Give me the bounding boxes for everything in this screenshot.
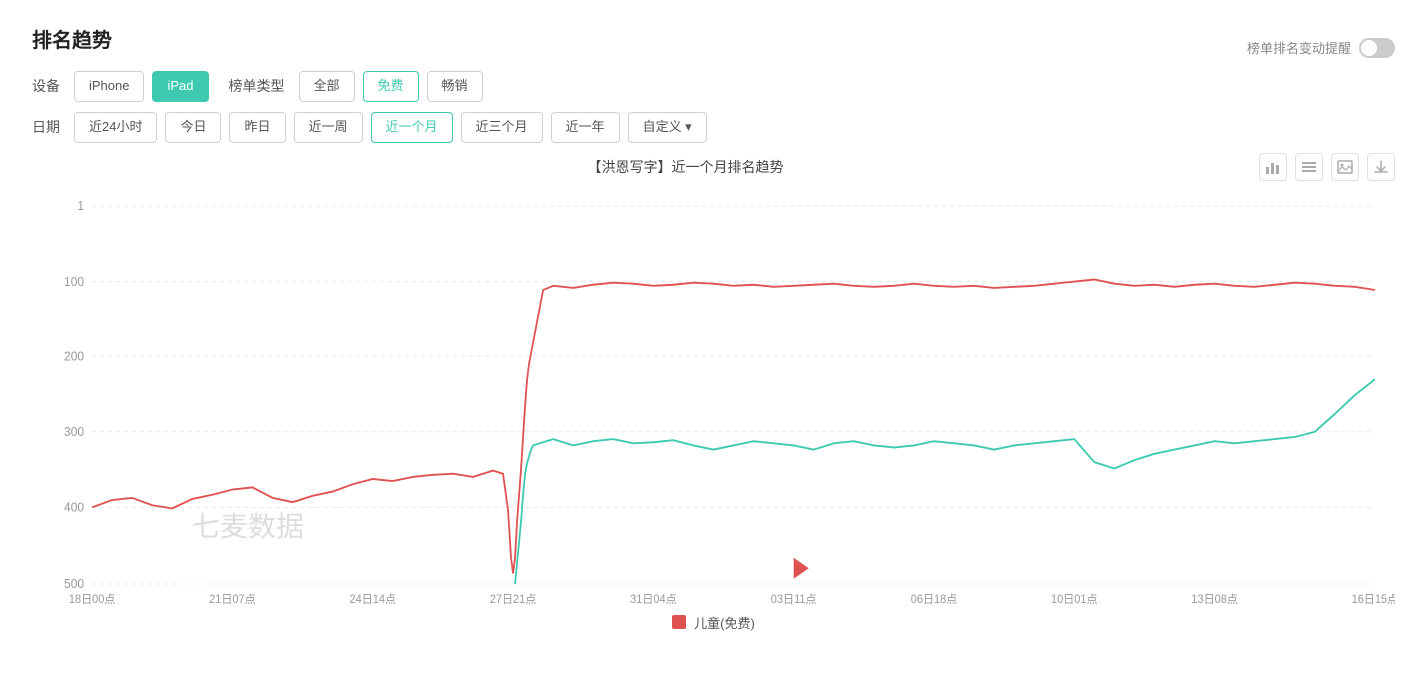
- date-yesterday[interactable]: 昨日: [229, 112, 285, 143]
- page-title: 排名趋势: [32, 24, 112, 53]
- list-type-free[interactable]: 免费: [363, 71, 419, 102]
- svg-text:16日15点: 16日15点: [1352, 592, 1395, 604]
- svg-text:13日08点: 13日08点: [1191, 592, 1238, 604]
- chart-legend: 儿童(免费): [32, 613, 1395, 632]
- list-type-all[interactable]: 全部: [299, 71, 355, 102]
- svg-text:31日04点: 31日04点: [630, 592, 677, 604]
- legend-icon-children-free: [672, 615, 686, 629]
- chart-svg: 1 100 200 300 400 500 18日00点 21日07点 24日1…: [32, 185, 1395, 605]
- svg-text:500: 500: [64, 577, 84, 591]
- device-ipad[interactable]: iPad: [152, 71, 208, 102]
- svg-text:1: 1: [77, 199, 84, 213]
- legend-label-children-free: 儿童(免费): [694, 613, 755, 632]
- list-type-paid[interactable]: 畅销: [427, 71, 483, 102]
- svg-text:200: 200: [64, 349, 84, 363]
- ranking-alert-toggle[interactable]: [1359, 38, 1395, 58]
- chart-image-icon[interactable]: [1331, 153, 1359, 181]
- svg-text:18日00点: 18日00点: [69, 592, 116, 604]
- date-week[interactable]: 近一周: [294, 112, 363, 143]
- list-type-label: 榜单类型: [229, 76, 285, 96]
- device-label: 设备: [32, 76, 60, 96]
- date-24h[interactable]: 近24小时: [74, 112, 157, 143]
- date-year[interactable]: 近一年: [551, 112, 620, 143]
- device-iphone[interactable]: iPhone: [74, 71, 144, 102]
- chart-container: 【洪恩写字】近一个月排名趋势: [32, 153, 1395, 632]
- svg-text:300: 300: [64, 424, 84, 438]
- svg-text:06日18点: 06日18点: [911, 592, 958, 604]
- chart-title: 【洪恩写字】近一个月排名趋势: [112, 157, 1259, 177]
- date-today[interactable]: 今日: [165, 112, 221, 143]
- chart-download-icon[interactable]: [1367, 153, 1395, 181]
- date-month[interactable]: 近一个月: [371, 112, 453, 143]
- chart-bar-icon[interactable]: [1259, 153, 1287, 181]
- chart-area: 1 100 200 300 400 500 18日00点 21日07点 24日1…: [32, 185, 1395, 605]
- date-filter-row: 日期 近24小时 今日 昨日 近一周 近一个月 近三个月 近一年 自定义 ▾: [32, 112, 1395, 143]
- svg-text:27日21点: 27日21点: [490, 592, 537, 604]
- device-filter-row: 设备 iPhone iPad 榜单类型 全部 免费 畅销: [32, 71, 1395, 102]
- date-label: 日期: [32, 117, 60, 137]
- date-custom[interactable]: 自定义 ▾: [628, 112, 707, 143]
- svg-text:100: 100: [64, 274, 84, 288]
- svg-text:03日11点: 03日11点: [771, 592, 817, 604]
- svg-text:10日01点: 10日01点: [1051, 592, 1098, 604]
- svg-text:21日07点: 21日07点: [209, 592, 256, 604]
- toggle-label: 榜单排名变动提醒: [1247, 38, 1351, 57]
- chart-list-icon[interactable]: [1295, 153, 1323, 181]
- svg-text:400: 400: [64, 500, 84, 514]
- date-3months[interactable]: 近三个月: [461, 112, 543, 143]
- svg-text:24日14点: 24日14点: [349, 592, 396, 604]
